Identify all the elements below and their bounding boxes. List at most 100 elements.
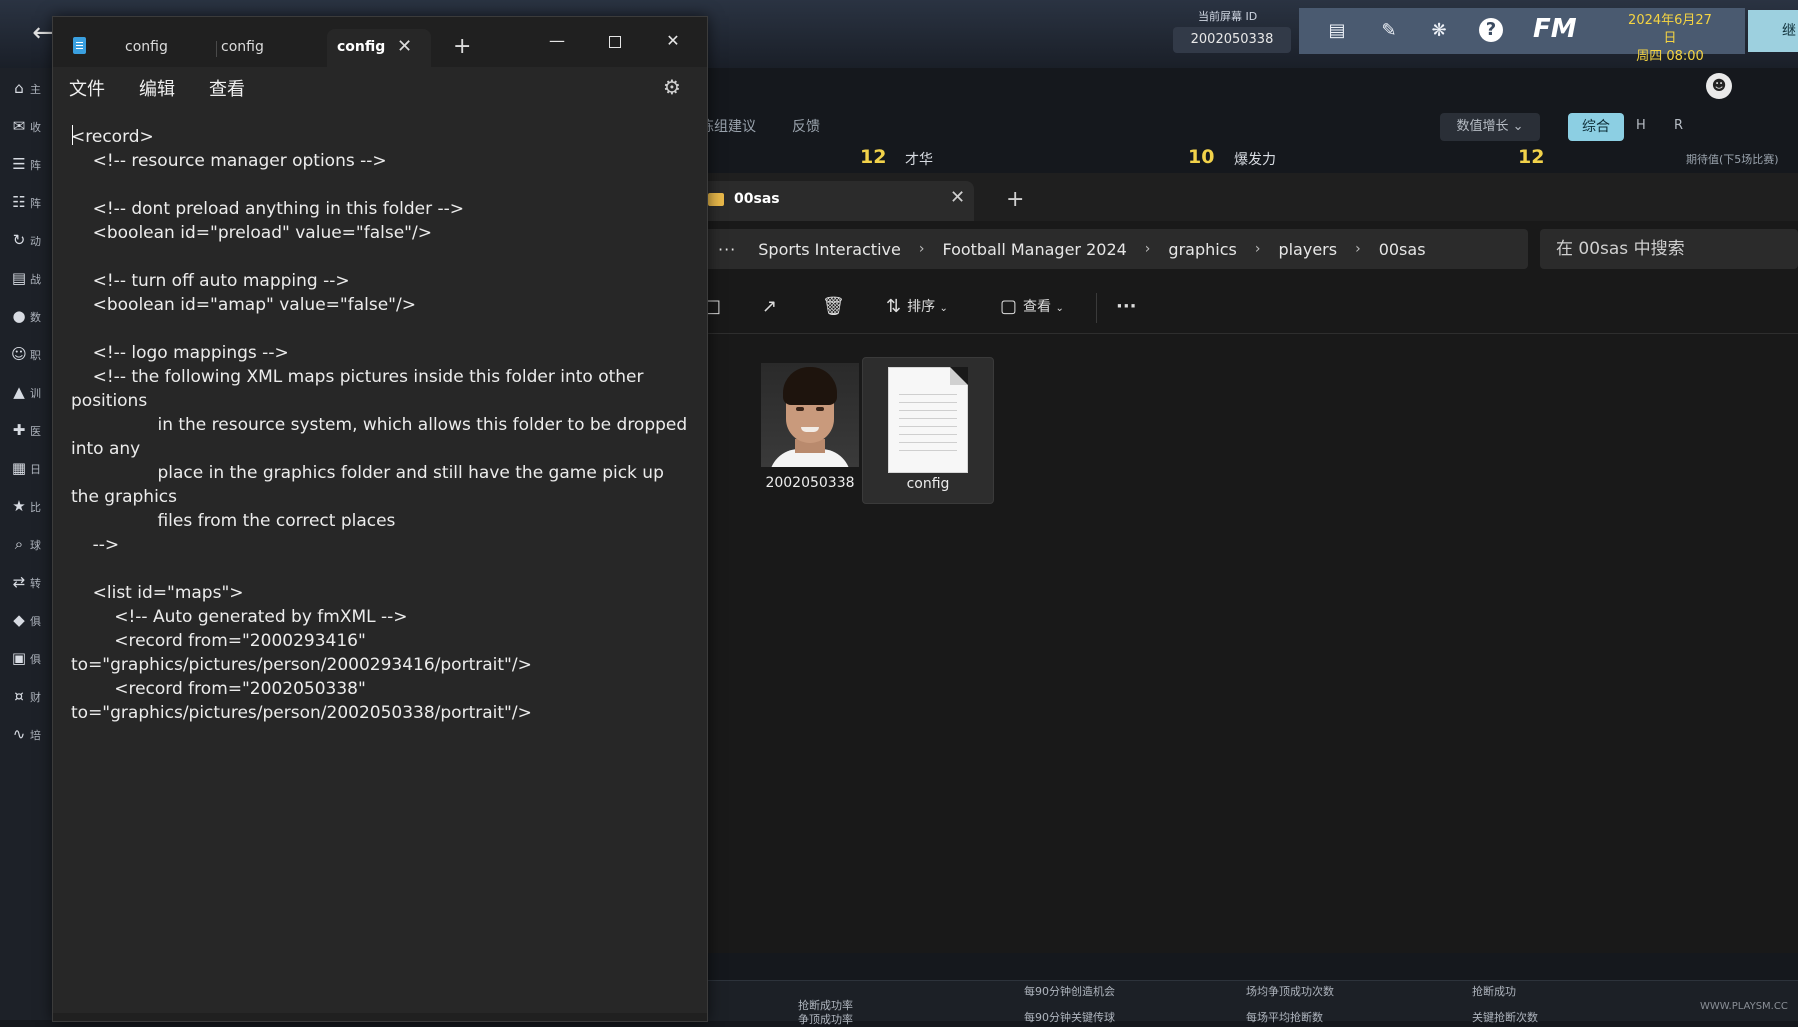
sidebar-item-label: 收 bbox=[30, 121, 41, 134]
tab-overall[interactable]: 综合 bbox=[1568, 113, 1624, 141]
close-tab-icon[interactable]: ✕ bbox=[397, 29, 412, 65]
sidebar-item-label: 日 bbox=[30, 463, 41, 476]
chevron-right-icon[interactable]: › bbox=[919, 241, 925, 257]
notepad-title-bar[interactable]: config config config ✕ + — ✕ bbox=[53, 17, 707, 67]
sidebar-item-label: 培 bbox=[30, 729, 41, 742]
minimize-button[interactable]: — bbox=[537, 27, 577, 55]
new-tab-button[interactable]: + bbox=[453, 29, 471, 65]
attribute-value: 12 bbox=[860, 146, 887, 168]
subtab-feedback[interactable]: 反馈 bbox=[792, 116, 820, 136]
inbox-icon: ✉ bbox=[12, 117, 26, 135]
folder-icon bbox=[708, 193, 724, 206]
attribute-value: 12 bbox=[1518, 146, 1545, 168]
search-input[interactable]: 在 00sas 中搜索 bbox=[1540, 229, 1798, 269]
sidebar-item[interactable]: ◆ 俱 bbox=[8, 608, 44, 632]
sidebar-item-label: 球 bbox=[30, 539, 41, 552]
id-icon[interactable]: ▤ bbox=[1324, 18, 1350, 44]
notepad-window: config config config ✕ + — ✕ 文件 编辑 查看 ⚙ … bbox=[52, 16, 708, 1022]
sidebar-item[interactable]: ▲ 训 bbox=[8, 380, 44, 404]
sidebar-item[interactable]: ▣ 俱 bbox=[8, 646, 44, 670]
explorer-tab-title: 00sas bbox=[734, 191, 780, 207]
sidebar-item[interactable]: ∿ 培 bbox=[8, 722, 44, 746]
breadcrumb: ··· Sports Interactive › Football Manage… bbox=[718, 229, 1426, 269]
file-item-document[interactable]: config bbox=[862, 357, 994, 504]
close-tab-icon[interactable]: ✕ bbox=[950, 187, 965, 208]
sidebar-item[interactable]: ⇄ 转 bbox=[8, 570, 44, 594]
subtab-training-advice[interactable]: 练组建议 bbox=[700, 116, 756, 136]
new-tab-button[interactable]: + bbox=[1006, 187, 1024, 212]
sidebar-item-label: 阵 bbox=[30, 159, 41, 172]
breadcrumb-item[interactable]: players bbox=[1278, 240, 1337, 259]
club-icon: ◆ bbox=[13, 611, 25, 629]
view-button[interactable]: ▢ 查看 ⌄ bbox=[1000, 295, 1064, 319]
notepad-tab[interactable]: config bbox=[221, 29, 321, 67]
trophy-icon: ★ bbox=[12, 497, 26, 515]
sidebar-item-label: 财 bbox=[30, 691, 41, 704]
gear-icon[interactable]: ⚙ bbox=[663, 75, 681, 99]
sidebar-item[interactable]: ▤ 战 bbox=[8, 266, 44, 290]
current-screen-id[interactable]: 2002050338 bbox=[1173, 27, 1291, 53]
analysis-icon: ▤ bbox=[11, 269, 27, 287]
close-window-button[interactable]: ✕ bbox=[653, 27, 693, 55]
file-name: 2002050338 bbox=[765, 475, 855, 491]
tab-r[interactable]: R bbox=[1674, 118, 1683, 133]
menu-file[interactable]: 文件 bbox=[69, 75, 105, 101]
sidebar-item[interactable]: ★ 比 bbox=[8, 494, 44, 518]
trend-select[interactable]: 数值增长 ⌄ bbox=[1440, 113, 1540, 141]
sidebar-item[interactable]: ¤ 财 bbox=[8, 684, 44, 708]
more-options-button[interactable]: ··· bbox=[1116, 295, 1137, 319]
breadcrumb-item[interactable]: Sports Interactive bbox=[758, 240, 901, 259]
breadcrumb-item[interactable]: graphics bbox=[1168, 240, 1236, 259]
stat-label: 抢断成功 bbox=[1472, 985, 1516, 998]
calendar-icon: ▦ bbox=[11, 459, 27, 477]
continue-button[interactable]: 继 bbox=[1748, 10, 1798, 52]
sidebar-item-label: 阵 bbox=[30, 197, 41, 210]
notepad-tab[interactable]: config bbox=[115, 29, 215, 67]
sidebar-item-label: 职 bbox=[30, 349, 41, 362]
notepad-tab-active[interactable]: config bbox=[327, 29, 431, 67]
share-icon[interactable]: ↗ bbox=[762, 295, 783, 319]
menu-edit[interactable]: 编辑 bbox=[139, 75, 175, 101]
home-icon: ⌂ bbox=[14, 79, 24, 97]
tab-h[interactable]: H bbox=[1636, 118, 1646, 133]
manager-avatar-icon[interactable]: ☻ bbox=[1706, 73, 1732, 99]
maximize-icon bbox=[609, 35, 621, 48]
sidebar-item[interactable]: ✉ 收 bbox=[8, 114, 44, 138]
address-bar[interactable]: ··· Sports Interactive › Football Manage… bbox=[700, 229, 1528, 269]
command-bar: □ ↗ 🗑 ⇅ 排序 ⌄ ▢ 查看 ⌄ ··· bbox=[700, 281, 1798, 334]
stat-label: 每场平均抢断数 bbox=[1246, 1011, 1323, 1024]
sidebar-item[interactable]: ⌂ 主 bbox=[8, 76, 44, 100]
breadcrumb-item[interactable]: Football Manager 2024 bbox=[942, 240, 1126, 259]
pencil-icon[interactable]: ✎ bbox=[1376, 18, 1402, 44]
menu-view[interactable]: 查看 bbox=[209, 75, 245, 101]
explorer-tab[interactable]: 00sas ✕ bbox=[700, 181, 974, 221]
chevron-right-icon[interactable]: › bbox=[1255, 241, 1261, 257]
sidebar-item[interactable]: ☺ 职 bbox=[8, 342, 44, 366]
delete-icon[interactable]: 🗑 bbox=[822, 295, 851, 319]
brain-icon[interactable]: ❋ bbox=[1426, 18, 1452, 44]
sidebar-item[interactable]: ● 数 bbox=[8, 304, 44, 328]
sidebar-item[interactable]: ▦ 日 bbox=[8, 456, 44, 480]
text-caret bbox=[72, 125, 73, 145]
editor-content[interactable]: <record> <!-- resource manager options -… bbox=[71, 125, 693, 725]
sort-label: 排序 bbox=[907, 299, 936, 315]
sidebar-item[interactable]: ⌕ 球 bbox=[8, 532, 44, 556]
breadcrumb-item[interactable]: 00sas bbox=[1379, 240, 1426, 259]
view-icon: ▢ bbox=[1000, 296, 1018, 317]
sidebar-item[interactable]: ↻ 动 bbox=[8, 228, 44, 252]
sidebar-item[interactable]: ☰ 阵 bbox=[8, 152, 44, 176]
more-crumbs-button[interactable]: ··· bbox=[718, 240, 736, 259]
text-editor[interactable]: <record> <!-- resource manager options -… bbox=[53, 107, 707, 1021]
attribute-value: 10 bbox=[1188, 146, 1215, 168]
player-photo-thumbnail bbox=[761, 363, 859, 467]
chevron-right-icon[interactable]: › bbox=[1145, 241, 1151, 257]
view-label: 查看 bbox=[1023, 299, 1052, 315]
help-icon[interactable]: ? bbox=[1479, 18, 1503, 42]
sort-button[interactable]: ⇅ 排序 ⌄ bbox=[886, 295, 948, 319]
sidebar-item[interactable]: ☷ 阵 bbox=[8, 190, 44, 214]
sidebar-item[interactable]: ✚ 医 bbox=[8, 418, 44, 442]
maximize-button[interactable] bbox=[595, 27, 635, 55]
chevron-down-icon: ⌄ bbox=[1055, 303, 1064, 314]
chevron-right-icon[interactable]: › bbox=[1355, 241, 1361, 257]
file-item-image[interactable]: 2002050338 bbox=[745, 357, 875, 502]
